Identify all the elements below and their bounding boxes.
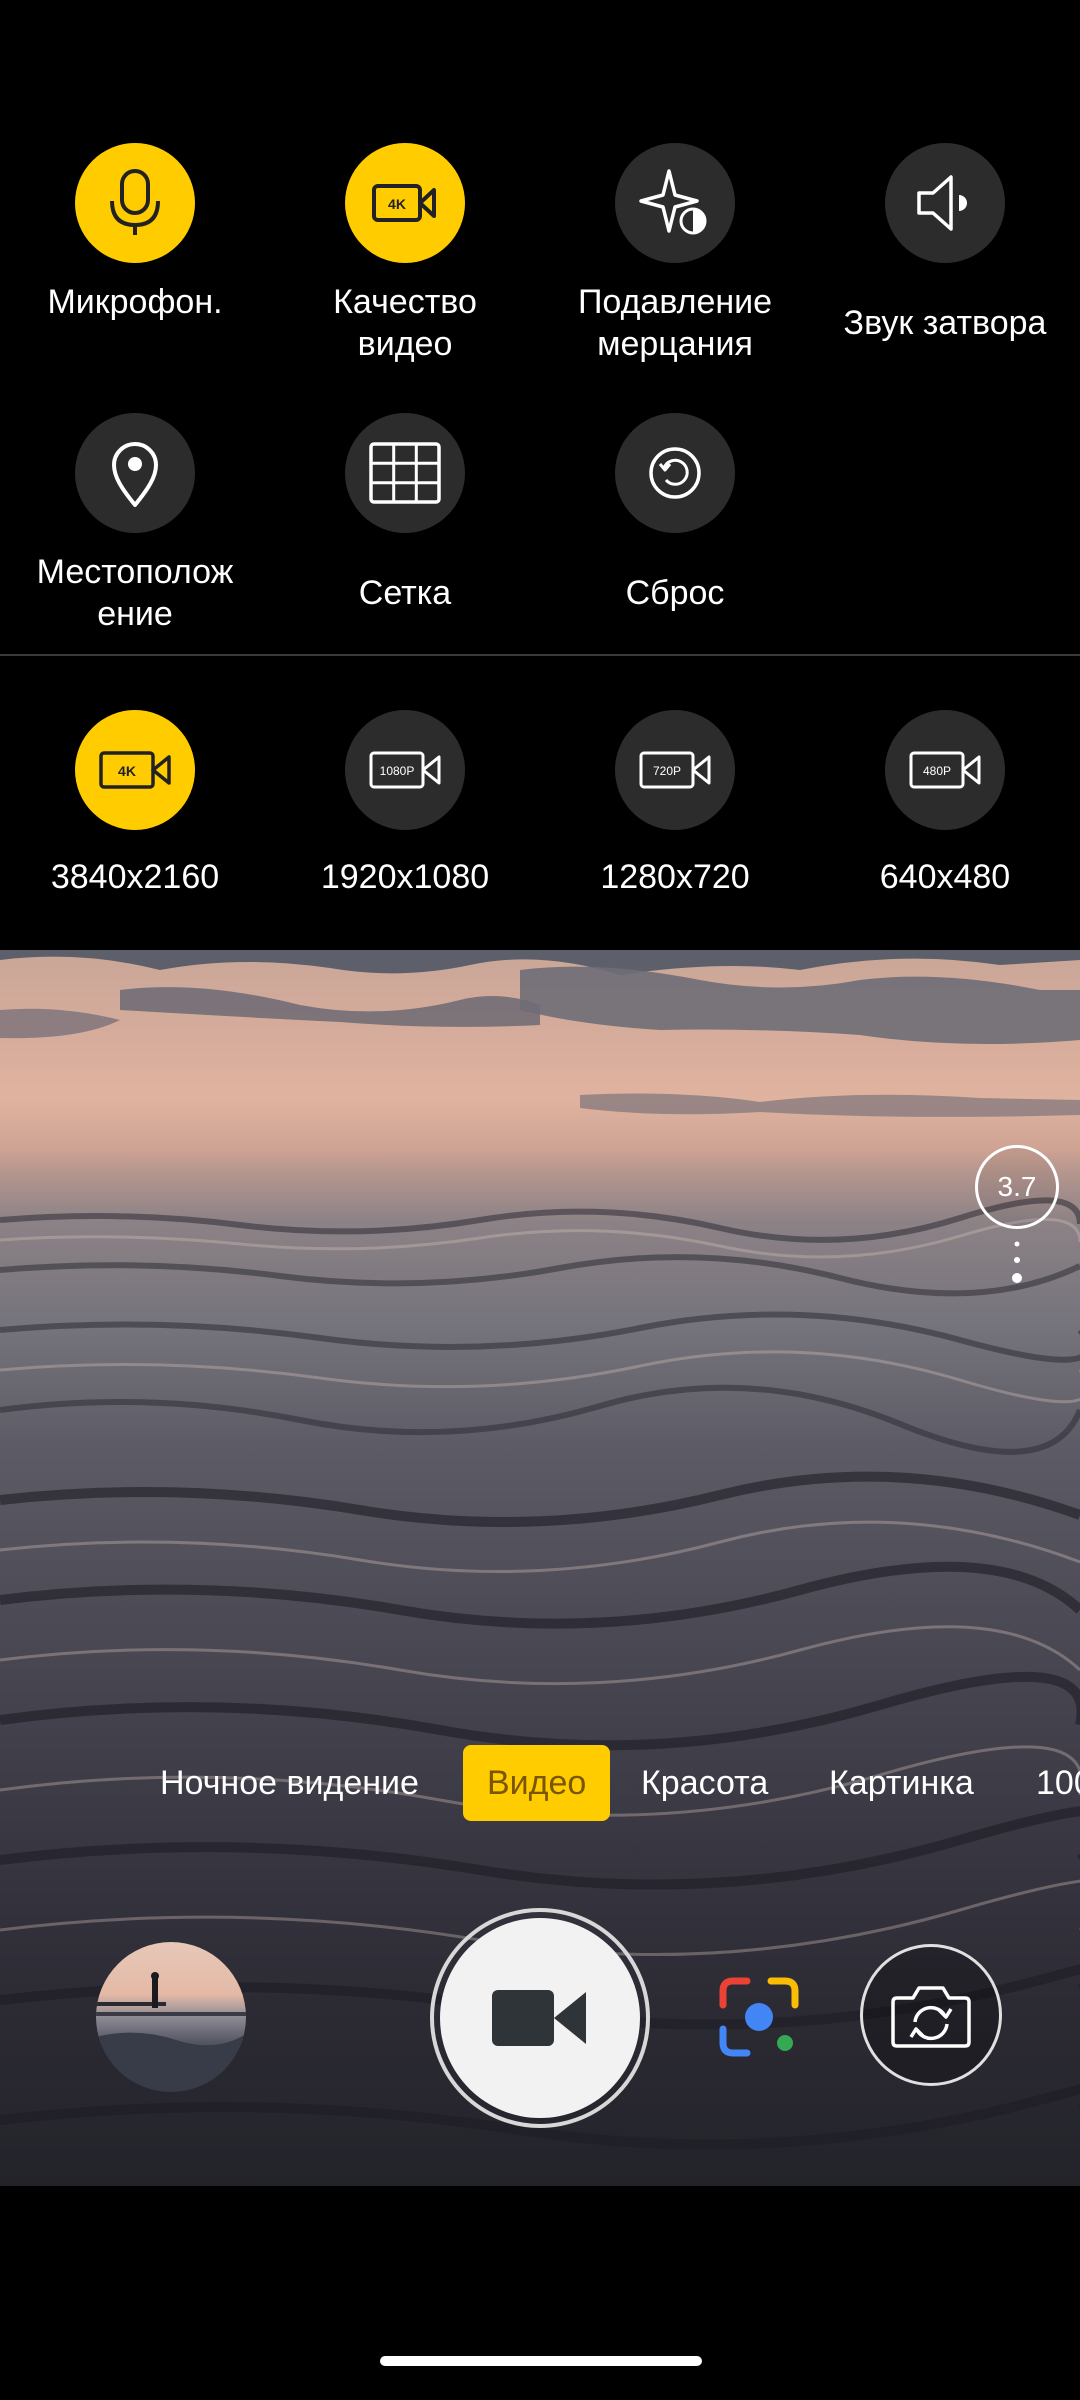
flicker-reduction-icon	[615, 143, 735, 263]
tile-label: Качество видео	[333, 283, 477, 363]
resolution-3840x2160[interactable]: 4K 3840x2160	[0, 710, 270, 898]
tile-label: Подавление мерцания	[577, 283, 773, 363]
reset-icon	[615, 413, 735, 533]
video-1080p-icon: 1080P	[345, 710, 465, 830]
mode-beauty[interactable]: Красота	[641, 1745, 768, 1821]
resolution-label: 1280x720	[600, 858, 750, 896]
tile-grid[interactable]: Сетка	[270, 413, 540, 614]
settings-panel: Микрофон. 4K Качество видео Подавление м…	[0, 0, 1080, 650]
google-lens-icon	[719, 1977, 799, 2057]
resolution-640x480[interactable]: 480P 640x480	[810, 710, 1080, 898]
tile-video-quality[interactable]: 4K Качество видео	[270, 143, 540, 365]
video-720p-icon: 720P	[615, 710, 735, 830]
mode-picture[interactable]: Картинка	[829, 1745, 974, 1821]
resolution-1920x1080[interactable]: 1080P 1920x1080	[270, 710, 540, 898]
svg-text:720P: 720P	[653, 764, 681, 778]
mode-next[interactable]: 100	[1036, 1745, 1080, 1821]
video-4k-icon: 4K	[75, 710, 195, 830]
resolution-label: 640x480	[879, 858, 1011, 896]
record-button[interactable]	[440, 1918, 640, 2118]
mode-selector: Ночное видение Видео Красота Картинка 10…	[0, 1745, 1080, 1821]
svg-text:480P: 480P	[923, 764, 951, 778]
resolution-1280x720[interactable]: 720P 1280x720	[540, 710, 810, 898]
tile-label: Микрофон.	[47, 283, 223, 321]
camera-screen: Микрофон. 4K Качество видео Подавление м…	[0, 0, 1080, 2400]
svg-text:1080P: 1080P	[380, 764, 415, 778]
switch-camera-button[interactable]	[860, 1944, 1002, 2086]
tile-label: Местополож ение	[36, 553, 234, 633]
tile-label: Сетка	[358, 574, 452, 612]
video-camera-icon	[492, 1990, 586, 2046]
tile-flicker-reduction[interactable]: Подавление мерцания	[540, 143, 810, 365]
zoom-value: 3.7	[997, 1171, 1037, 1202]
tile-label: Сброс	[625, 574, 725, 612]
shutter-sound-icon	[885, 143, 1005, 263]
mode-night-video[interactable]: Ночное видение	[160, 1745, 419, 1821]
divider	[0, 654, 1080, 656]
tile-shutter-sound[interactable]: Звук затвора	[810, 143, 1080, 344]
google-lens-button[interactable]	[715, 1973, 803, 2061]
tile-reset[interactable]: Сброс	[540, 413, 810, 614]
sky-clouds	[0, 950, 1080, 1117]
tile-microphone[interactable]: Микрофон.	[0, 143, 270, 323]
video-quality-4k-icon: 4K	[345, 143, 465, 263]
microphone-icon	[75, 143, 195, 263]
resolution-label: 3840x2160	[50, 858, 220, 896]
mode-video[interactable]: Видео	[463, 1745, 611, 1821]
tile-location[interactable]: Местополож ение	[0, 413, 270, 635]
home-indicator[interactable]	[380, 2356, 702, 2366]
gallery-thumbnail[interactable]	[96, 1942, 246, 2092]
resolution-label: 1920x1080	[320, 858, 490, 896]
location-icon	[75, 413, 195, 533]
gallery-preview-image	[96, 1972, 246, 2092]
zoom-level-button[interactable]: 3.7	[975, 1145, 1059, 1229]
zoom-dots-icon	[1012, 1241, 1022, 1283]
grid-icon	[345, 413, 465, 533]
svg-text:4K: 4K	[388, 196, 406, 212]
tile-label: Звук затвора	[843, 304, 1047, 342]
switch-camera-icon	[891, 1986, 971, 2048]
svg-text:4K: 4K	[118, 763, 136, 779]
video-480p-icon: 480P	[885, 710, 1005, 830]
